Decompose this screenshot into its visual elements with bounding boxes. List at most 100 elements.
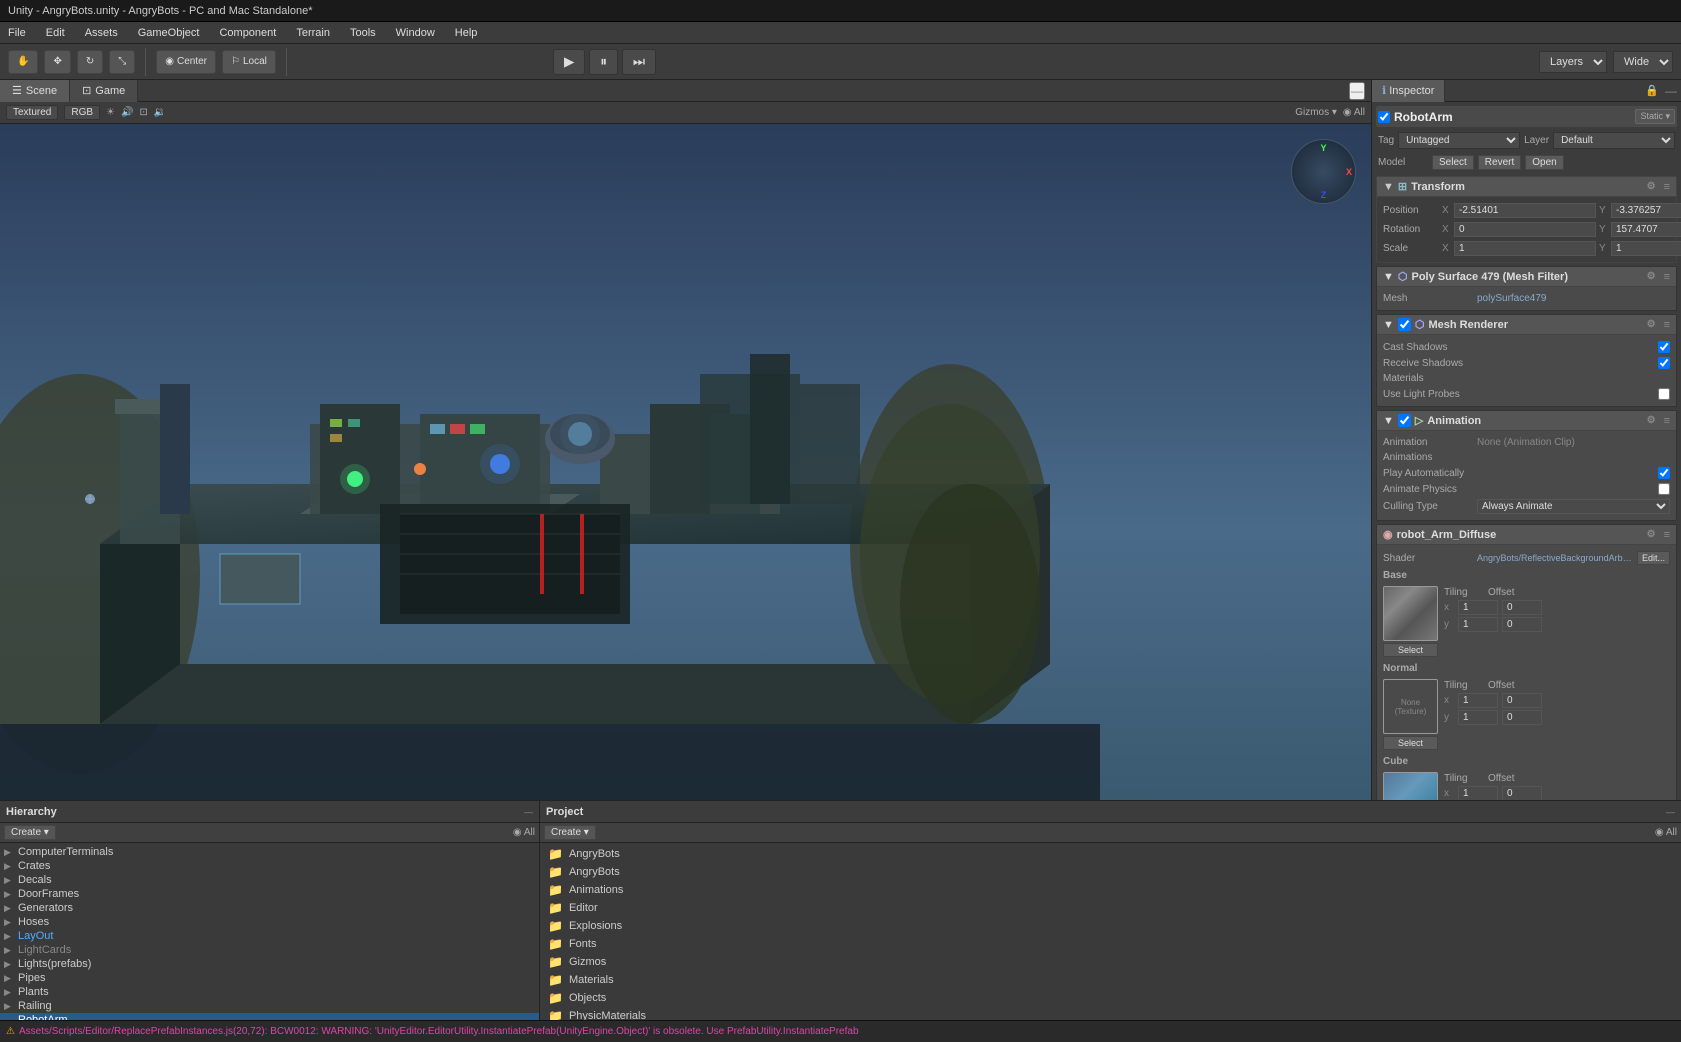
static-badge[interactable]: Static ▾ — [1635, 109, 1675, 124]
proj-item-angrybots1[interactable]: 📁 AngryBots — [544, 845, 1677, 863]
shading-mode[interactable]: Textured — [6, 105, 58, 120]
hier-item-hoses[interactable]: ▶ Hoses — [0, 915, 539, 929]
hier-item-doorframes[interactable]: ▶ DoorFrames — [0, 887, 539, 901]
edit-shader-btn[interactable]: Edit... — [1637, 551, 1670, 565]
mesh-renderer-header[interactable]: ▼ ⬡ Mesh Renderer ⚙ ≡ — [1377, 315, 1676, 335]
viewport[interactable]: Y X Z — [0, 124, 1371, 800]
hier-item-crates[interactable]: ▶ Crates — [0, 859, 539, 873]
play-auto-checkbox[interactable] — [1658, 467, 1670, 479]
rot-y-input[interactable] — [1611, 222, 1681, 237]
normal-select-btn[interactable]: Select — [1383, 736, 1438, 750]
menu-help[interactable]: Help — [451, 25, 482, 41]
mat-menu-icon[interactable]: ≡ — [1664, 529, 1670, 541]
proj-item-editor[interactable]: 📁 Editor — [544, 899, 1677, 917]
inspector-collapse-btn[interactable]: — — [1665, 84, 1677, 98]
select-model-btn[interactable]: Select — [1432, 155, 1474, 170]
mr-settings[interactable]: ⚙ — [1647, 319, 1656, 330]
hier-item-computer-terminals[interactable]: ▶ ComputerTerminals — [0, 845, 539, 859]
proj-item-angrybots2[interactable]: 📁 AngryBots — [544, 863, 1677, 881]
object-active-checkbox[interactable] — [1378, 111, 1390, 123]
menu-component[interactable]: Component — [215, 25, 280, 41]
scene-tab[interactable]: ☰ Scene — [0, 80, 70, 102]
revert-model-btn[interactable]: Revert — [1478, 155, 1521, 170]
hier-item-generators[interactable]: ▶ Generators — [0, 901, 539, 915]
layers-dropdown[interactable]: Layers — [1539, 51, 1607, 73]
space-btn[interactable]: ⚐ Local — [222, 50, 276, 74]
rot-x-input[interactable] — [1454, 222, 1596, 237]
hier-item-plants[interactable]: ▶ Plants — [0, 985, 539, 999]
base-texture-preview[interactable] — [1383, 586, 1438, 641]
menu-tools[interactable]: Tools — [346, 25, 380, 41]
normal-texture-preview[interactable]: None(Texture) — [1383, 679, 1438, 734]
layout-dropdown[interactable]: Wide — [1613, 51, 1673, 73]
normal-tiling-y[interactable] — [1458, 710, 1498, 725]
inspector-tab[interactable]: ℹ Inspector — [1372, 80, 1445, 102]
anim-enabled-checkbox[interactable] — [1398, 414, 1411, 427]
game-tab[interactable]: ⊡ Game — [70, 80, 138, 102]
base-select-btn[interactable]: Select — [1383, 643, 1438, 657]
proj-item-physic[interactable]: 📁 PhysicMaterials — [544, 1007, 1677, 1020]
hier-item-lightcards[interactable]: ▶ LightCards — [0, 943, 539, 957]
hier-item-pipes[interactable]: ▶ Pipes — [0, 971, 539, 985]
hierarchy-collapse-btn[interactable]: — — [524, 807, 533, 817]
receive-shadows-checkbox[interactable] — [1658, 357, 1670, 369]
gizmos-btn[interactable]: Gizmos ▾ — [1295, 107, 1337, 118]
menu-file[interactable]: File — [4, 25, 30, 41]
use-light-probes-checkbox[interactable] — [1658, 388, 1670, 400]
hier-item-railing[interactable]: ▶ Railing — [0, 999, 539, 1013]
cube-tiling-x[interactable] — [1458, 786, 1498, 800]
mesh-filter-header[interactable]: ▼ ⬡ Poly Surface 479 (Mesh Filter) ⚙ ≡ — [1377, 267, 1676, 287]
hand-tool-btn[interactable]: ✋ — [8, 50, 38, 74]
hier-item-robotarm[interactable]: RobotArm — [0, 1013, 539, 1020]
open-model-btn[interactable]: Open — [1525, 155, 1563, 170]
lock-icon[interactable]: 🔒 — [1645, 84, 1659, 97]
proj-item-explosions[interactable]: 📁 Explosions — [544, 917, 1677, 935]
hier-item-layout[interactable]: ▶ LayOut — [0, 929, 539, 943]
pivot-btn[interactable]: ◉ Center — [156, 50, 216, 74]
proj-item-animations[interactable]: 📁 Animations — [544, 881, 1677, 899]
effect-icon4[interactable]: 🔉 — [154, 107, 166, 118]
transform-menu-icon[interactable]: ≡ — [1664, 181, 1670, 193]
hier-item-decals[interactable]: ▶ Decals — [0, 873, 539, 887]
mat-settings[interactable]: ⚙ — [1647, 529, 1656, 540]
mr-menu-icon[interactable]: ≡ — [1664, 319, 1670, 331]
scene-collapse-btn[interactable]: — — [1349, 82, 1365, 100]
layer-select[interactable]: Default — [1553, 132, 1675, 149]
base-tiling-y[interactable] — [1458, 617, 1498, 632]
menu-assets[interactable]: Assets — [81, 25, 122, 41]
anim-menu-icon[interactable]: ≡ — [1664, 415, 1670, 427]
normal-tiling-x[interactable] — [1458, 693, 1498, 708]
cube-offset-x[interactable] — [1502, 786, 1542, 800]
base-offset-y[interactable] — [1502, 617, 1542, 632]
pos-x-input[interactable] — [1454, 203, 1596, 218]
transform-settings[interactable]: ⚙ — [1647, 181, 1656, 192]
mf-menu-icon[interactable]: ≡ — [1664, 271, 1670, 283]
proj-item-fonts[interactable]: 📁 Fonts — [544, 935, 1677, 953]
play-button[interactable]: ▶ — [553, 49, 585, 75]
scale-tool-btn[interactable]: ⤡ — [109, 50, 135, 74]
menu-edit[interactable]: Edit — [42, 25, 69, 41]
move-tool-btn[interactable]: ✥ — [44, 50, 70, 74]
scale-x-input[interactable] — [1454, 241, 1596, 256]
culling-type-select[interactable]: Always Animate — [1477, 499, 1670, 514]
proj-item-objects[interactable]: 📁 Objects — [544, 989, 1677, 1007]
pos-y-input[interactable] — [1611, 203, 1681, 218]
menu-terrain[interactable]: Terrain — [292, 25, 334, 41]
navigation-gizmo[interactable]: Y X Z — [1291, 139, 1356, 204]
proj-create-btn[interactable]: Create ▾ — [544, 825, 596, 840]
pause-button[interactable]: ⏸ — [589, 49, 618, 75]
all-btn[interactable]: ◉ All — [1343, 107, 1365, 118]
tag-select[interactable]: Untagged — [1398, 132, 1520, 149]
material-header[interactable]: ◉ robot_Arm_Diffuse ⚙ ≡ — [1377, 525, 1676, 545]
hier-create-btn[interactable]: Create ▾ — [4, 825, 56, 840]
step-button[interactable]: ⏭ — [622, 49, 656, 75]
rgb-mode[interactable]: RGB — [64, 105, 100, 120]
effect-icon3[interactable]: ⊡ — [139, 107, 147, 118]
normal-offset-y[interactable] — [1502, 710, 1542, 725]
base-offset-x[interactable] — [1502, 600, 1542, 615]
menu-gameobject[interactable]: GameObject — [134, 25, 204, 41]
normal-offset-x[interactable] — [1502, 693, 1542, 708]
project-collapse-btn[interactable]: — — [1666, 807, 1675, 817]
effect-icon2[interactable]: 🔊 — [121, 107, 133, 118]
transform-header[interactable]: ▼ ⊞ Transform ⚙ ≡ — [1377, 177, 1676, 197]
